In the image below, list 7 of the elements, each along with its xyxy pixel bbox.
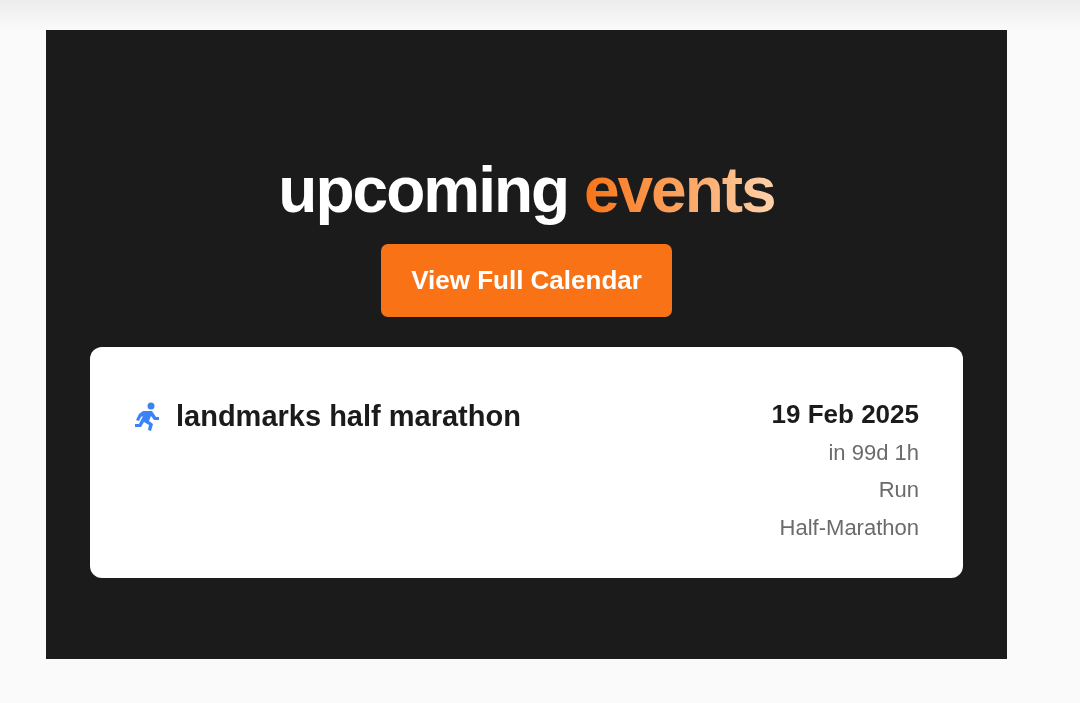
runner-icon xyxy=(134,401,160,432)
event-detail: Half-Marathon xyxy=(779,513,919,542)
event-detail: Run xyxy=(878,476,919,505)
view-calendar-button[interactable]: View Full Calendar xyxy=(381,244,672,317)
event-countdown: in 99d 1h xyxy=(828,439,919,467)
event-date: 19 Feb 2025 xyxy=(771,398,919,431)
event-title: landmarks half marathon xyxy=(176,399,521,434)
